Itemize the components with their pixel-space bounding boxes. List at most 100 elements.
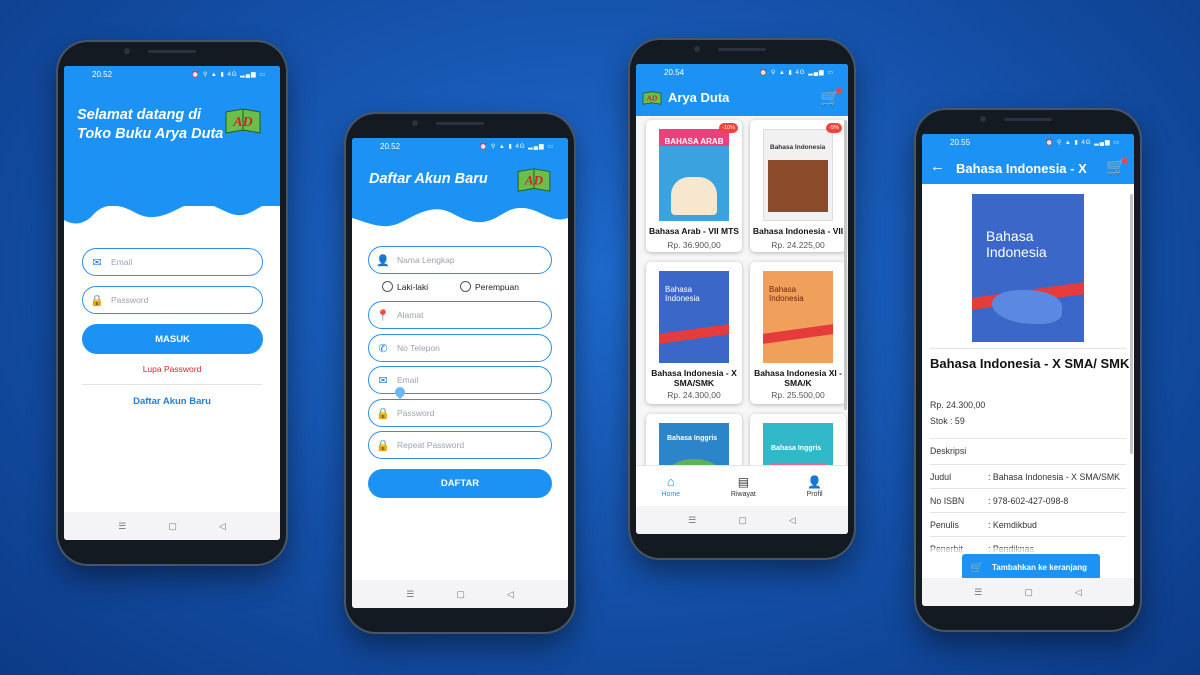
home-square-icon[interactable]: ▢ xyxy=(1024,587,1033,598)
recent-apps-icon[interactable]: ☰ xyxy=(688,515,696,526)
system-nav-bar: ☰ ▢ ◁ xyxy=(64,512,280,540)
header-title: Bahasa Indonesia - X xyxy=(956,161,1087,176)
register-screen: 20.52 ⏰ ⚲ ▲ ▮ 4G ▂▄▆ ▭ Daftar Akun Baru … xyxy=(352,138,568,608)
cover-text: BAHASA ARAB xyxy=(659,129,729,146)
scrollbar[interactable] xyxy=(844,120,847,410)
password-field[interactable]: 🔒 Password xyxy=(368,399,552,427)
phone-login: 20.52 ⏰ ⚲ ▲ ▮ 4G ▂▄▆ ▭ Selamat datang di… xyxy=(58,42,286,564)
email-icon: ✉ xyxy=(92,256,102,269)
recent-apps-icon[interactable]: ☰ xyxy=(974,587,982,598)
back-icon[interactable]: ◁ xyxy=(507,589,514,600)
status-bar: 20.52 ⏰ ⚲ ▲ ▮ 4G ▂▄▆ ▭ xyxy=(352,138,568,154)
phone-field[interactable]: ✆ No Telepon xyxy=(368,334,552,362)
phone-placeholder: No Telepon xyxy=(397,343,440,353)
status-icons: ⏰ ⚲ ▲ ▮ 4G ▂▄▆ ▭ xyxy=(191,71,266,78)
discount-badge: -10% xyxy=(719,123,738,133)
status-time: 20.52 xyxy=(92,69,113,79)
gender-female-radio[interactable]: Perempuan xyxy=(460,281,519,292)
book-card[interactable]: Bahasa Indonesia Bahasa Indonesia - X SM… xyxy=(646,262,742,404)
recent-apps-icon[interactable]: ☰ xyxy=(406,589,414,600)
book-card[interactable]: Bahasa Indonesia Bahasa Indonesia XI - S… xyxy=(750,262,846,404)
forgot-password-link[interactable]: Lupa Password xyxy=(64,364,280,374)
home-icon: ⌂ xyxy=(666,474,675,489)
home-square-icon[interactable]: ▢ xyxy=(456,589,465,600)
book-cover-image: Bahasa Inggris xyxy=(659,423,729,466)
location-pin-icon: 📍 xyxy=(376,309,390,322)
earpiece xyxy=(436,122,484,125)
book-card[interactable]: BAHASA ARAB -10% Bahasa Arab - VII MTS R… xyxy=(646,120,742,252)
profile-icon: 👤 xyxy=(807,474,823,489)
earpiece xyxy=(718,48,766,51)
recent-apps-icon[interactable]: ☰ xyxy=(118,521,126,532)
nav-home[interactable]: ⌂ Home xyxy=(661,474,680,498)
status-icons: ⏰ ⚲ ▲ ▮ 4G ▂▄▆ ▭ xyxy=(759,69,834,76)
status-icons: ⏰ ⚲ ▲ ▮ 4G ▂▄▆ ▭ xyxy=(1045,139,1120,146)
register-button[interactable]: DAFTAR xyxy=(368,469,552,498)
divider xyxy=(930,348,1126,349)
cover-text: Bahasa Indonesia xyxy=(769,285,804,303)
book-card[interactable]: Bahasa Inggris xyxy=(646,414,742,466)
divider xyxy=(930,488,1126,489)
back-icon[interactable]: ◁ xyxy=(789,515,796,526)
arya-duta-logo-icon: AD xyxy=(517,168,551,192)
book-card[interactable]: Bahasa Indonesia -5% Bahasa Indonesia - … xyxy=(750,120,846,252)
nav-profile[interactable]: 👤 Profil xyxy=(807,475,823,498)
header-wave xyxy=(352,198,568,227)
back-icon[interactable]: ◁ xyxy=(219,521,226,532)
lock-icon: 🔒 xyxy=(90,294,104,307)
book-price: Rp. 24.300,00 xyxy=(667,390,721,400)
password-field[interactable]: 🔒 Password xyxy=(82,286,263,314)
phone-home: 20.54 ⏰ ⚲ ▲ ▮ 4G ▂▄▆ ▭ AD Arya Duta 🛒 BA… xyxy=(630,40,854,558)
home-square-icon[interactable]: ▢ xyxy=(738,515,747,526)
full-name-field[interactable]: 👤 Nama Lengkap xyxy=(368,246,552,274)
radio-button[interactable] xyxy=(460,281,471,292)
book-title: Bahasa Indonesia - VII xyxy=(752,226,844,236)
home-square-icon[interactable]: ▢ xyxy=(168,521,177,532)
login-button[interactable]: MASUK xyxy=(82,324,263,354)
status-time: 20.55 xyxy=(950,137,971,147)
row-key: Judul xyxy=(930,472,952,482)
book-title: Bahasa Indonesia - X SMA/SMK xyxy=(651,368,737,388)
book-card[interactable]: Bahasa Inggris xyxy=(750,414,846,466)
front-camera xyxy=(694,46,700,52)
book-cover-image: Bahasa Indonesia xyxy=(659,271,729,363)
book-cover-image: Bahasa Indonesia xyxy=(763,129,833,221)
cart-badge xyxy=(836,88,842,94)
front-camera xyxy=(980,116,986,122)
add-cart-icon: 🛒 xyxy=(970,561,984,574)
nav-history-label: Riwayat xyxy=(730,490,756,498)
system-nav-bar: ☰ ▢ ◁ xyxy=(352,580,568,608)
back-icon[interactable]: ◁ xyxy=(1075,587,1082,598)
address-field[interactable]: 📍 Alamat xyxy=(368,301,552,329)
book-cover-image: Bahasa Indonesia xyxy=(972,194,1084,342)
cover-text: Bahasa Indonesia xyxy=(770,144,826,151)
repeat-password-field[interactable]: 🔒 Repeat Password xyxy=(368,431,552,459)
password-placeholder: Password xyxy=(111,295,149,305)
gender-male-radio[interactable]: Laki-laki xyxy=(382,281,428,292)
bottom-navigation: ⌂ Home ▤ Riwayat 👤 Profil xyxy=(636,465,848,506)
front-camera xyxy=(124,48,130,54)
status-icons: ⏰ ⚲ ▲ ▮ 4G ▂▄▆ ▭ xyxy=(479,143,554,150)
add-to-cart-button[interactable]: 🛒 Tambahkan ke keranjang xyxy=(962,554,1100,580)
status-time: 20.54 xyxy=(664,67,685,77)
earpiece xyxy=(1004,118,1052,121)
phone-detail: 20.55 ⏰ ⚲ ▲ ▮ 4G ▂▄▆ ▭ ← Bahasa Indonesi… xyxy=(916,110,1140,630)
discount-badge: -5% xyxy=(826,123,842,133)
email-field[interactable]: ✉ Email xyxy=(82,248,263,276)
password-placeholder: Password xyxy=(397,408,435,418)
system-nav-bar: ☰ ▢ ◁ xyxy=(636,506,848,534)
scrollbar[interactable] xyxy=(1130,194,1133,454)
earpiece xyxy=(148,50,196,53)
nav-home-label: Home xyxy=(661,491,681,498)
book-price: Rp. 25.500,00 xyxy=(771,390,825,400)
add-to-cart-label: Tambahkan ke keranjang xyxy=(992,562,1087,572)
arya-duta-logo-icon: AD xyxy=(225,108,261,134)
radio-button[interactable] xyxy=(382,281,393,292)
register-link[interactable]: Daftar Akun Baru xyxy=(64,396,280,407)
book-grid: BAHASA ARAB -10% Bahasa Arab - VII MTS R… xyxy=(636,116,848,466)
greeting-line-2: Toko Buku Arya Duta xyxy=(77,126,224,142)
book-title: Bahasa Indonesia - X SMA/ SMK xyxy=(930,356,1130,371)
back-arrow-icon[interactable]: ← xyxy=(930,158,945,175)
nav-history[interactable]: ▤ Riwayat xyxy=(731,475,756,498)
cover-text: Bahasa Indonesia xyxy=(986,228,1047,260)
